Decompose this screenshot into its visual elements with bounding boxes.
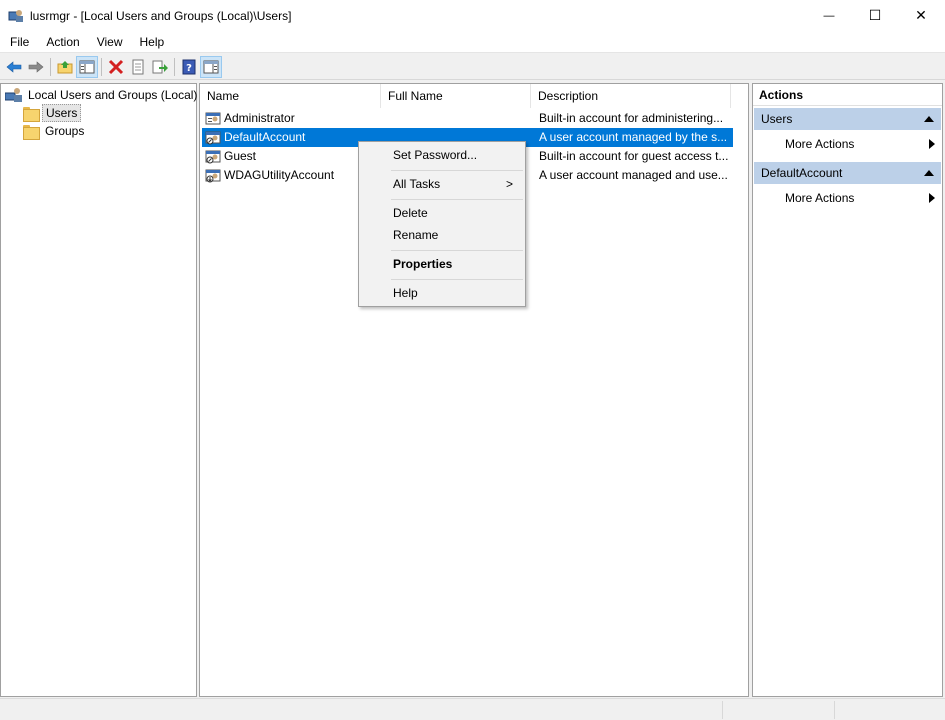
- action-more-actions[interactable]: More Actions: [753, 133, 942, 155]
- tree-root[interactable]: Local Users and Groups (Local): [5, 86, 200, 104]
- ctx-all-tasks[interactable]: All Tasks >: [361, 173, 523, 195]
- show-hide-tree-icon: [79, 60, 95, 73]
- actions-section-defaultaccount[interactable]: DefaultAccount: [754, 162, 941, 184]
- help-button[interactable]: ?: [178, 56, 200, 78]
- ctx-separator: [391, 199, 523, 200]
- menu-file[interactable]: File: [3, 31, 36, 53]
- console-tree: Local Users and Groups (Local) Users Gro…: [0, 83, 197, 697]
- column-header-name[interactable]: Name: [200, 84, 381, 108]
- actions-section-users[interactable]: Users: [754, 108, 941, 130]
- status-bar: [0, 698, 945, 720]
- actions-pane: Actions Users More Actions DefaultAccoun…: [752, 83, 943, 697]
- properties-icon: [132, 59, 144, 74]
- actions-section-title: Users: [761, 112, 793, 126]
- users-groups-icon: [5, 88, 22, 102]
- collapse-icon: [924, 116, 934, 122]
- action-label: More Actions: [785, 191, 855, 205]
- folder-icon: [23, 124, 40, 140]
- show-hide-action-pane-icon: [203, 60, 219, 73]
- user-name: WDAGUtilityAccount: [224, 168, 335, 182]
- user-name: Administrator: [224, 111, 295, 125]
- context-menu: Set Password... All Tasks > Delete Renam…: [358, 141, 526, 307]
- tree-root-label: Local Users and Groups (Local): [28, 88, 198, 102]
- svg-text:?: ?: [186, 63, 192, 74]
- forward-button[interactable]: [25, 56, 47, 78]
- menu-help[interactable]: Help: [133, 31, 172, 53]
- collapse-icon: [924, 170, 934, 176]
- help-icon: ?: [182, 59, 196, 74]
- show-hide-action-pane-button[interactable]: [200, 55, 222, 78]
- up-folder-icon: [57, 60, 73, 73]
- user-disabled-icon: [205, 169, 221, 183]
- user-disabled-icon: [205, 150, 221, 164]
- tree-item-users[interactable]: Users: [23, 104, 82, 122]
- show-hide-console-tree-button[interactable]: [76, 55, 98, 78]
- toolbar: ?: [0, 54, 945, 80]
- actions-header: Actions: [753, 84, 942, 106]
- lusrmgr-app-icon: [8, 8, 24, 24]
- menu-view[interactable]: View: [90, 31, 130, 53]
- user-name: DefaultAccount: [224, 130, 306, 144]
- maximize-icon: ☐: [868, 7, 882, 23]
- forward-icon: [28, 60, 44, 73]
- toolbar-separator: [50, 57, 51, 76]
- ctx-rename[interactable]: Rename: [361, 224, 523, 246]
- user-description: Built-in account for administering...: [539, 111, 724, 125]
- toolbar-separator: [101, 57, 102, 76]
- close-icon: ✕: [915, 7, 927, 23]
- export-icon: [152, 60, 168, 73]
- delete-icon: [108, 59, 124, 74]
- tree-item-users-label: Users: [42, 104, 82, 122]
- delete-button[interactable]: [105, 56, 127, 78]
- expand-right-icon: [929, 193, 935, 203]
- title-bar[interactable]: lusrmgr - [Local Users and Groups (Local…: [0, 0, 945, 31]
- tree-item-groups-label: Groups: [45, 124, 85, 138]
- up-one-level-button[interactable]: [54, 56, 76, 78]
- lusrmgr-window: lusrmgr - [Local Users and Groups (Local…: [0, 0, 945, 720]
- user-row-administrator[interactable]: Administrator Built-in account for admin…: [202, 109, 733, 128]
- ctx-help[interactable]: Help: [361, 282, 523, 304]
- tree-item-groups[interactable]: Groups: [23, 122, 87, 140]
- action-more-actions[interactable]: More Actions: [753, 187, 942, 209]
- expand-right-icon: [929, 139, 935, 149]
- toolbar-separator: [174, 57, 175, 76]
- ctx-all-tasks-label: All Tasks: [393, 177, 441, 191]
- properties-button[interactable]: [127, 56, 149, 78]
- back-icon: [6, 60, 22, 73]
- minimize-icon: —: [823, 9, 835, 22]
- ctx-properties[interactable]: Properties: [361, 253, 523, 275]
- minimize-button[interactable]: —: [806, 0, 852, 31]
- chevron-right-icon: >: [505, 177, 513, 191]
- close-button[interactable]: ✕: [898, 0, 944, 31]
- window-title: lusrmgr - [Local Users and Groups (Local…: [30, 8, 292, 23]
- back-button[interactable]: [3, 56, 25, 78]
- folder-icon: [23, 106, 40, 122]
- user-disabled-icon: [205, 131, 221, 145]
- export-list-button[interactable]: [149, 56, 171, 78]
- menu-action[interactable]: Action: [39, 31, 86, 53]
- status-divider: [722, 701, 723, 719]
- ctx-delete[interactable]: Delete: [361, 202, 523, 224]
- ctx-set-password[interactable]: Set Password...: [361, 144, 523, 166]
- maximize-button[interactable]: ☐: [852, 0, 898, 31]
- column-header-full-name[interactable]: Full Name: [381, 84, 531, 108]
- user-description: Built-in account for guest access t...: [539, 149, 729, 163]
- user-name: Guest: [224, 149, 257, 163]
- menu-bar: File Action View Help: [0, 31, 945, 53]
- user-description: A user account managed and use...: [539, 168, 728, 182]
- ctx-separator: [391, 279, 523, 280]
- user-icon: [205, 112, 221, 125]
- column-header-description[interactable]: Description: [531, 84, 731, 108]
- action-label: More Actions: [785, 137, 855, 151]
- actions-section-title: DefaultAccount: [761, 166, 843, 180]
- user-description: A user account managed by the s...: [539, 130, 728, 144]
- ctx-separator: [391, 250, 523, 251]
- ctx-separator: [391, 170, 523, 171]
- status-divider: [834, 701, 835, 719]
